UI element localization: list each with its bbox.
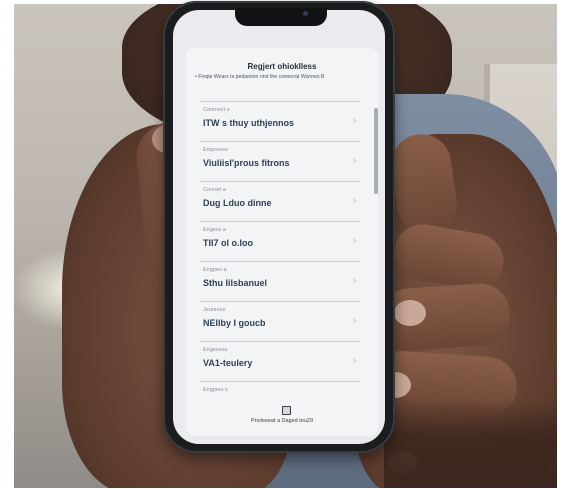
status-time: lon	[193, 33, 203, 40]
list-item-value: Dug Lduo dinne	[203, 198, 272, 208]
list-item-value: VA1-teulery	[203, 358, 253, 368]
wifi-icon: ≋	[207, 33, 215, 40]
list-item[interactable]: Engpeo a Sthu lilsbanuel ›	[200, 261, 360, 300]
chevron-right-icon: ›	[352, 315, 356, 326]
list-item[interactable]: Engeseas VA1-teulery ›	[200, 341, 360, 380]
app-subtitle: • Finqie Wears la pedaetion rind the cow…	[195, 74, 325, 80]
list-item-caption: Conrnect e	[203, 107, 230, 113]
list-item-value: Sthu lilsbanuel	[203, 278, 268, 288]
list-item-value: NEllby I goucb	[203, 318, 266, 328]
chevron-right-icon: ›	[352, 235, 356, 246]
list-item-caption: Jeunress	[203, 307, 226, 313]
chevron-right-icon: ›	[352, 155, 356, 166]
fingers-shadow	[384, 399, 557, 488]
phone-notch	[235, 8, 327, 26]
app-title: Regjert ohioklless	[247, 62, 317, 71]
list-item-caption: Engess a	[203, 227, 226, 233]
trash-icon[interactable]	[282, 406, 291, 415]
list-item-caption: Conrart a	[203, 187, 226, 193]
list-item-caption: Emporess	[203, 147, 228, 153]
list-item-value: ITW s thuy uthjennos	[203, 118, 294, 128]
footer-label: Pnoleseat a Daged tou29	[250, 418, 314, 424]
scrollbar[interactable]	[374, 108, 378, 194]
chevron-right-icon: ›	[352, 275, 356, 286]
list-item[interactable]: Engess a TII7 ol o.loo ›	[200, 221, 360, 260]
list-item[interactable]: Engpers s	[200, 381, 360, 400]
front-camera	[303, 11, 308, 16]
list-item[interactable]: Jeunress NEllby I goucb ›	[200, 301, 360, 340]
right-nail-2	[394, 300, 426, 326]
chevron-right-icon: ›	[352, 115, 356, 126]
list-item[interactable]: Conrart a Dug Lduo dinne ›	[200, 181, 360, 220]
status-bar: lon ≋	[193, 32, 214, 40]
list-item-caption: Engpeo a	[203, 267, 227, 273]
list-item-value: Viuliisl'prous fitrons	[203, 158, 290, 168]
list-item-caption: Engpers s	[203, 387, 228, 393]
chevron-right-icon: ›	[352, 195, 356, 206]
chevron-right-icon: ›	[352, 355, 356, 366]
list-item-value: TII7 ol o.loo	[203, 238, 253, 248]
list-item[interactable]: Emporess Viuliisl'prous fitrons ›	[200, 141, 360, 180]
list-item[interactable]: Conrnect e ITW s thuy uthjennos ›	[200, 101, 360, 140]
list-item-caption: Engeseas	[203, 347, 228, 353]
